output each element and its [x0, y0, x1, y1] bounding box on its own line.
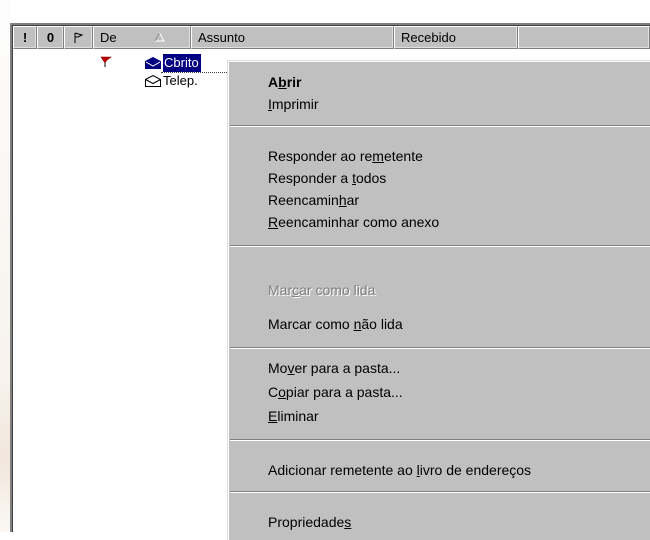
column-received[interactable]: Recebido [394, 26, 518, 49]
menu-text: piar para a pasta... [285, 384, 403, 400]
menu-item-print[interactable]: Imprimir [268, 93, 319, 115]
menu-text: Adicionar remetente ao [268, 462, 417, 478]
column-flag[interactable] [64, 26, 93, 49]
column-attachment[interactable]: 0 [37, 26, 64, 49]
menu-item-move-to-folder[interactable]: Mover para a pasta... [268, 357, 400, 379]
column-empty [518, 26, 650, 49]
menu-accelerator: s [344, 514, 352, 530]
menu-separator [230, 125, 650, 127]
menu-separator [230, 439, 650, 441]
menu-item-forward-as-attachment[interactable]: Reencaminhar como anexo [268, 211, 439, 233]
column-importance[interactable]: ! [13, 26, 37, 49]
menu-item-add-sender-to-address-book[interactable]: Adicionar remetente ao livro de endereço… [268, 459, 531, 481]
flag-header-icon [74, 32, 84, 43]
menu-text: etente [383, 148, 423, 164]
column-received-label: Recebido [401, 30, 456, 45]
menu-text: Responder ao re [268, 148, 373, 164]
menu-separator [230, 347, 650, 349]
menu-text: Reencamin [268, 192, 339, 208]
attachment-icon: 0 [46, 30, 55, 45]
menu-accelerator: R [268, 214, 279, 230]
menu-item-properties[interactable]: Propriedades [268, 511, 351, 533]
menu-item-mark-read: Marcar como lida [268, 279, 375, 301]
menu-item-mark-unread[interactable]: Marcar como não lida [268, 313, 403, 335]
menu-text: Propriedade [268, 514, 345, 530]
message-from[interactable]: Telep. [163, 72, 198, 90]
menu-text: ão lida [361, 316, 403, 332]
menu-text: er para a pasta... [294, 360, 401, 376]
column-subject[interactable]: Assunto [191, 26, 394, 49]
envelope-open-icon [145, 75, 161, 87]
menu-item-reply[interactable]: Responder ao remetente [268, 145, 423, 167]
red-flag-icon [100, 56, 112, 67]
menu-item-copy-to-folder[interactable]: Copiar para a pasta... [268, 381, 403, 403]
context-menu: Abrir Imprimir Responder ao remetente Re… [227, 60, 650, 540]
menu-text: ar [346, 192, 360, 208]
menu-accelerator: o [278, 384, 286, 400]
menu-text: liminar [277, 408, 319, 424]
importance-icon: ! [22, 30, 28, 45]
envelope-closed-icon [145, 57, 161, 69]
menu-text: ar como lida [299, 282, 376, 298]
menu-text: rir [286, 74, 302, 90]
menu-text: Marcar como [268, 316, 354, 332]
menu-text: eencaminhar como anexo [278, 214, 440, 230]
menu-text: Responder a [268, 170, 353, 186]
sort-ascending-icon [154, 32, 165, 42]
menu-item-reply-all[interactable]: Responder a todos [268, 167, 386, 189]
menu-text: Mo [268, 360, 288, 376]
menu-accelerator: b [278, 74, 287, 90]
column-from-label: De [100, 30, 117, 45]
menu-separator [230, 245, 650, 247]
menu-accelerator: h [338, 192, 347, 208]
menu-text: Mar [268, 282, 293, 298]
menu-separator [230, 491, 650, 493]
menu-item-delete[interactable]: Eliminar [268, 405, 319, 427]
menu-text: C [268, 384, 279, 400]
column-header-bar: ! 0 De Assunto Recebido [13, 26, 650, 49]
menu-text: odos [355, 170, 387, 186]
message-from[interactable]: Cbrito [163, 54, 201, 72]
menu-accelerator: E [268, 408, 278, 424]
menu-accelerator: m [372, 148, 384, 164]
background-edge [0, 0, 10, 532]
menu-item-forward[interactable]: Reencaminhar [268, 189, 359, 211]
menu-item-open[interactable]: Abrir [268, 71, 301, 93]
menu-text: ivro de endereços [419, 462, 532, 478]
menu-text: A [268, 74, 279, 90]
column-from[interactable]: De [93, 26, 191, 49]
menu-text: mprimir [271, 96, 319, 112]
column-subject-label: Assunto [198, 30, 245, 45]
